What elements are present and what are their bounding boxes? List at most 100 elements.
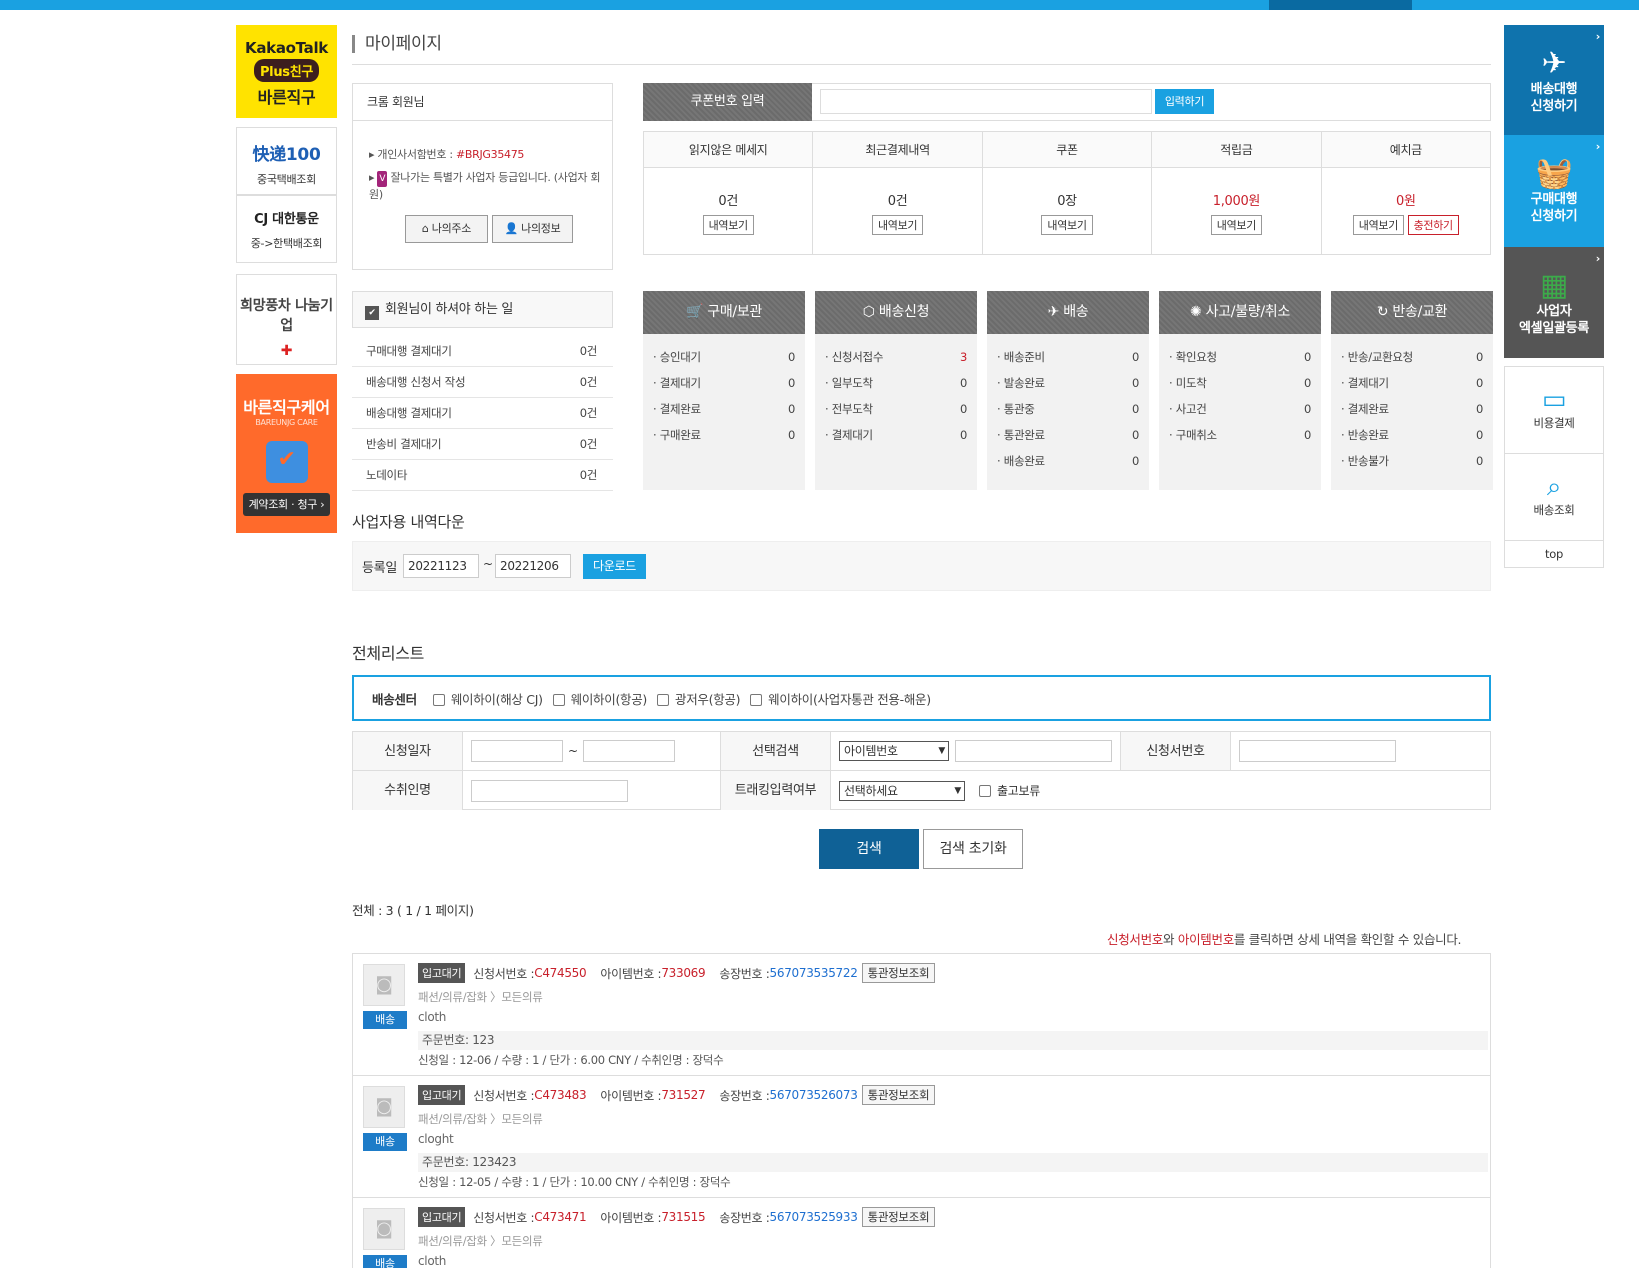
center-label: 웨이하이(사업자통관 전용-해운) [768,691,931,707]
kakao-plus-banner[interactable]: KakaoTalk Plus친구 바른직구 [236,25,337,118]
todo-row[interactable]: 배송대행 결제대기 0건 [352,398,613,429]
my-address-button[interactable]: ⌂ 나의주소 [405,215,488,243]
center-label: 웨이하이(해상 CJ) [450,691,543,707]
status-row[interactable]: · 반송완료 0 [1341,422,1483,448]
center-option[interactable]: 광저우(항공) [657,689,740,708]
download-to-input[interactable]: 20221206 [495,554,571,578]
quick-purchase-request[interactable]: › 🧺 구매대행 신청하기 [1504,135,1604,247]
date-to-input[interactable] [582,740,675,762]
status-row[interactable]: · 배송준비 0 [997,344,1139,370]
status-row[interactable]: · 사고건 0 [1169,396,1311,422]
status-row[interactable]: · 발송완료 0 [997,370,1139,396]
todo-title: 회원님이 하셔야 하는 일 [385,302,514,317]
quick-shipping-request[interactable]: › ✈ 배송대행 신청하기 [1504,25,1604,135]
hope-banner[interactable]: 희망풍차 나눔기업 ✚ [236,274,337,365]
todo-row[interactable]: 구매대행 결제대기 0건 [352,336,613,367]
scroll-top-button[interactable]: top [1505,541,1603,567]
status-row[interactable]: · 결제대기 0 [825,422,967,448]
status-row[interactable]: · 미도착 0 [1169,370,1311,396]
care-claim-button[interactable]: 계약조회 · 청구 › [243,493,330,516]
charge-button[interactable]: 충전하기 [1407,215,1459,235]
list-item: ◙ 배송 입고대기 신청서번호 : C473471 아이템번호 : 731515… [353,1198,1490,1268]
appno-link[interactable]: C473471 [534,1210,586,1224]
title-divider [352,64,1491,65]
status-row[interactable]: · 승인대기 0 [653,344,795,370]
center-label: 웨이하이(항공) [570,691,648,707]
stat-history-button[interactable]: 내역보기 [1210,215,1263,235]
chevron-right-icon: › [1595,252,1601,265]
coupon-submit-button[interactable]: 입력하기 [1155,89,1214,114]
list-notice: 신청서번호와 아이템번호를 클릭하면 상세 내역을 확인할 수 있습니다. [1107,929,1462,948]
status-row[interactable]: · 구매취소 0 [1169,422,1311,448]
center-option[interactable]: 웨이하이(항공) [552,689,648,708]
appno-link[interactable]: C473483 [534,1088,586,1102]
status-label: · 결제완료 [1341,402,1389,416]
invoice-link[interactable]: 567073526073 [770,1088,858,1102]
status-row[interactable]: · 구매완료 0 [653,422,795,448]
status-row[interactable]: · 통관완료 0 [997,422,1139,448]
status-row[interactable]: · 결제완료 0 [653,396,795,422]
checkbox[interactable] [750,693,763,706]
my-info-button[interactable]: 👤 나의정보 [492,215,573,243]
care-banner[interactable]: 바른직구케어 BAREUNJG CARE ✔ 계약조회 · 청구 › [236,374,337,533]
status-row[interactable]: · 결제대기 0 [653,370,795,396]
center-option[interactable]: 웨이하이(사업자통관 전용-해운) [750,689,931,708]
quick-payment[interactable]: ▭ 비용결제 [1505,367,1603,454]
hold-checkbox[interactable] [979,784,991,797]
customs-info-button[interactable]: 통관정보조회 [861,963,936,983]
order-number: 주문번호: 123 [418,1031,1488,1050]
checkbox[interactable] [432,693,445,706]
search-keyword-input[interactable] [955,740,1112,762]
download-from-input[interactable]: 20221123 [403,554,479,578]
customs-info-button[interactable]: 통관정보조회 [861,1085,936,1105]
status-row[interactable]: · 반송불가 0 [1341,448,1483,474]
todo-count: 0건 [579,344,598,358]
status-row[interactable]: · 신청서접수 3 [825,344,967,370]
reset-button[interactable]: 검색 초기화 [923,829,1023,869]
status-row[interactable]: · 결제대기 0 [1341,370,1483,396]
china-tracking-banner[interactable]: 快递100 중국택배조회 [236,127,337,195]
todo-row[interactable]: 반송비 결제대기 0건 [352,429,613,460]
stat-history-button[interactable]: 내역보기 [702,215,754,235]
itemno-link[interactable]: 731527 [661,1088,705,1102]
chevron-right-icon: › [1595,30,1601,43]
status-row[interactable]: · 일부도착 0 [825,370,967,396]
itemno-link[interactable]: 733069 [661,966,705,980]
status-row[interactable]: · 전부도착 0 [825,396,967,422]
invoice-link[interactable]: 567073525933 [770,1210,858,1224]
download-button[interactable]: 다운로드 [583,554,646,579]
search-type-select[interactable]: 아이템번호 [839,741,949,761]
todo-row[interactable]: 배송대행 신청서 작성 0건 [352,367,613,398]
invoice-link[interactable]: 567073535722 [770,966,858,980]
tracking-select[interactable]: 선택하세요 [839,780,965,801]
cj-tracking-banner[interactable]: CJ 대한통운 중->한택배조회 [236,195,337,263]
checkbox[interactable] [552,693,565,706]
customs-info-button[interactable]: 통관정보조회 [861,1207,936,1227]
list-item: ◙ 배송 입고대기 신청서번호 : C474550 아이템번호 : 733069… [353,954,1490,1076]
status-row[interactable]: · 배송완료 0 [997,448,1139,474]
stat-history-button[interactable]: 내역보기 [1041,215,1093,235]
date-from-input[interactable] [471,740,563,762]
appno-link[interactable]: C474550 [534,966,586,980]
itemno-link[interactable]: 731515 [661,1210,705,1224]
stat-history-button[interactable]: 내역보기 [1352,215,1405,235]
todo-row[interactable]: 노데이타 0건 [352,460,613,491]
appno-input[interactable] [1239,740,1396,762]
status-row[interactable]: · 확인요청 0 [1169,344,1311,370]
recipient-input[interactable] [471,779,628,802]
quick-excel-upload[interactable]: › ▦ 사업자 엑셀일괄등록 [1504,247,1604,358]
center-option[interactable]: 웨이하이(해상 CJ) [432,689,543,708]
quick-tracking[interactable]: ⌕ 배송조회 [1505,454,1603,541]
itemno-label: 아이템번호 : [600,1088,662,1103]
search-button[interactable]: 검색 [819,829,919,869]
todo-count: 0건 [579,468,598,482]
status-count: 0 [787,376,795,390]
stat-history-button[interactable]: 내역보기 [871,215,924,235]
home-icon: ⌂ [421,222,429,235]
status-count: 0 [1303,350,1311,364]
status-row[interactable]: · 통관중 0 [997,396,1139,422]
checkbox[interactable] [657,693,670,706]
status-row[interactable]: · 결제완료 0 [1341,396,1483,422]
status-row[interactable]: · 반송/교환요청 0 [1341,344,1483,370]
coupon-input[interactable] [820,89,1152,114]
